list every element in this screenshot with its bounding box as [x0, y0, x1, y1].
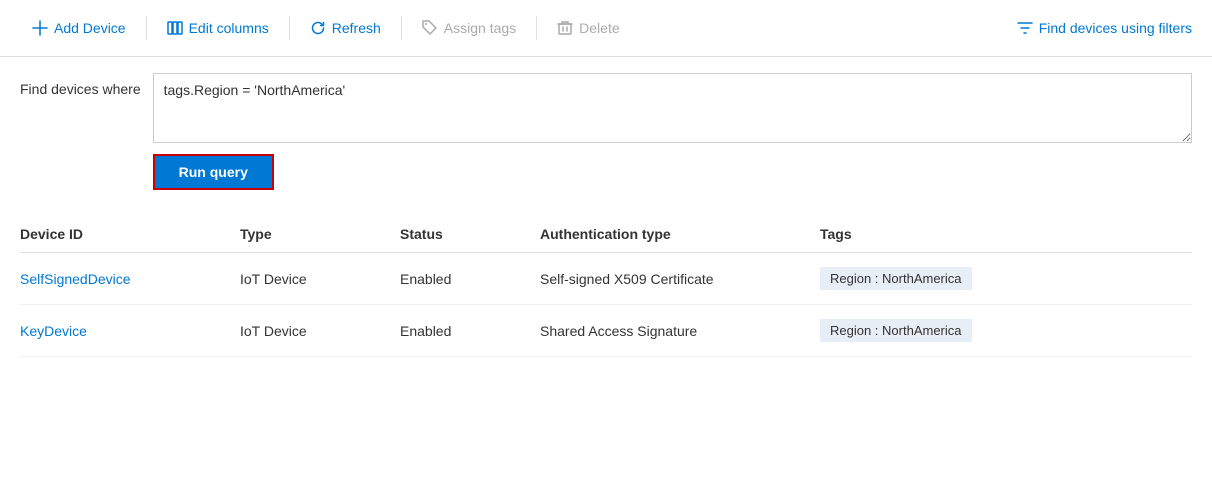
cell-status: Enabled	[400, 305, 540, 357]
cell-type: IoT Device	[240, 253, 400, 305]
tag-badge: Region : NorthAmerica	[820, 319, 972, 342]
separator-1	[146, 16, 147, 40]
filter-label: Find devices where	[20, 73, 141, 97]
cell-status: Enabled	[400, 253, 540, 305]
col-header-type: Type	[240, 216, 400, 253]
tag-badge: Region : NorthAmerica	[820, 267, 972, 290]
separator-3	[401, 16, 402, 40]
tag-icon	[422, 20, 438, 36]
col-header-status: Status	[400, 216, 540, 253]
refresh-icon	[310, 20, 326, 36]
filter-row: Find devices where tags.Region = 'NorthA…	[0, 57, 1212, 206]
assign-tags-label: Assign tags	[444, 20, 516, 36]
separator-4	[536, 16, 537, 40]
col-header-device-id: Device ID	[20, 216, 240, 253]
columns-icon	[167, 20, 183, 36]
filter-input-area: tags.Region = 'NorthAmerica' Run query	[153, 73, 1192, 190]
delete-icon	[557, 20, 573, 36]
table-section: Device ID Type Status Authentication typ…	[0, 206, 1212, 377]
table-row: SelfSignedDevice IoT DeviceEnabledSelf-si…	[20, 253, 1192, 305]
toolbar-left: Add Device Edit columns Refresh	[20, 14, 1017, 42]
cell-auth-type: Self-signed X509 Certificate	[540, 253, 820, 305]
run-query-button[interactable]: Run query	[153, 154, 274, 190]
cell-auth-type: Shared Access Signature	[540, 305, 820, 357]
plus-icon	[32, 20, 48, 36]
toolbar-right: Find devices using filters	[1017, 20, 1192, 36]
separator-2	[289, 16, 290, 40]
cell-tags: Region : NorthAmerica	[820, 305, 1192, 357]
refresh-label: Refresh	[332, 20, 381, 36]
col-header-auth-type: Authentication type	[540, 216, 820, 253]
device-link-0[interactable]: SelfSignedDevice	[20, 271, 131, 287]
cell-device-id: SelfSignedDevice	[20, 253, 240, 305]
add-device-button[interactable]: Add Device	[20, 14, 138, 42]
edit-columns-label: Edit columns	[189, 20, 269, 36]
add-device-label: Add Device	[54, 20, 126, 36]
toolbar: Add Device Edit columns Refresh	[0, 0, 1212, 57]
assign-tags-button[interactable]: Assign tags	[410, 14, 528, 42]
col-header-tags: Tags	[820, 216, 1192, 253]
edit-columns-button[interactable]: Edit columns	[155, 14, 281, 42]
query-input[interactable]: tags.Region = 'NorthAmerica'	[153, 73, 1192, 143]
table-header: Device ID Type Status Authentication typ…	[20, 216, 1192, 253]
run-query-label: Run query	[179, 164, 248, 180]
delete-button[interactable]: Delete	[545, 14, 631, 42]
table-body: SelfSignedDevice IoT DeviceEnabledSelf-si…	[20, 253, 1192, 357]
delete-label: Delete	[579, 20, 619, 36]
table-row: KeyDevice IoT DeviceEnabledShared Access …	[20, 305, 1192, 357]
cell-type: IoT Device	[240, 305, 400, 357]
device-link-1[interactable]: KeyDevice	[20, 323, 87, 339]
cell-tags: Region : NorthAmerica	[820, 253, 1192, 305]
filter-icon	[1017, 20, 1033, 36]
run-query-wrapper: Run query	[153, 154, 1192, 190]
refresh-button[interactable]: Refresh	[298, 14, 393, 42]
cell-device-id: KeyDevice	[20, 305, 240, 357]
find-devices-label: Find devices using filters	[1039, 20, 1192, 36]
device-table: Device ID Type Status Authentication typ…	[20, 216, 1192, 357]
